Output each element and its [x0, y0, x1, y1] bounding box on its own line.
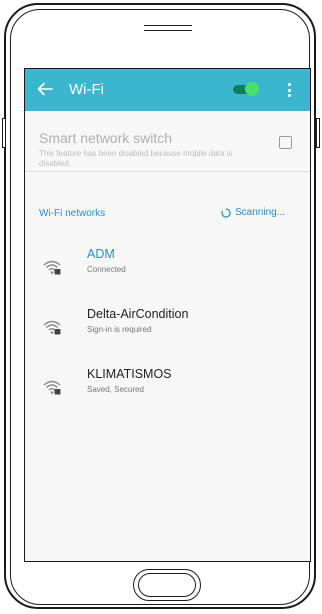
volume-button: [2, 118, 6, 148]
network-item-klimatismos[interactable]: KLIMATISMOS Saved, Secured: [25, 365, 310, 411]
scanning-indicator[interactable]: Scanning...: [221, 207, 285, 218]
network-status: Connected: [87, 265, 126, 274]
spinner-icon: [221, 207, 231, 218]
arrow-left-icon: [37, 82, 53, 96]
page-title: Wi-Fi: [69, 81, 104, 98]
network-status: Saved, Secured: [87, 385, 144, 394]
network-item-delta-aircondition[interactable]: Delta-AirCondition Sign-in is required: [25, 305, 310, 351]
toggle-thumb: [245, 82, 259, 96]
back-button[interactable]: [33, 77, 57, 101]
wifi-networks-header: Wi-Fi networks: [39, 208, 106, 219]
wifi-lock-icon: [43, 380, 61, 395]
network-name: ADM: [87, 247, 115, 261]
smart-network-switch-row: Smart network switch This feature has be…: [25, 111, 310, 172]
scanning-label: Scanning...: [235, 207, 286, 218]
earpiece-speaker: [144, 25, 192, 31]
wifi-toggle[interactable]: [233, 81, 259, 97]
screen: Wi-Fi Smart network switch This feature …: [24, 68, 311, 562]
smart-network-switch-description: This feature has been disabled because m…: [39, 149, 233, 168]
smart-network-switch-title: Smart network switch: [39, 130, 173, 146]
smart-network-switch-checkbox[interactable]: [279, 136, 292, 149]
more-options-button[interactable]: [283, 80, 295, 100]
network-status: Sign-in is required: [87, 325, 152, 334]
home-button-inner: [138, 573, 196, 597]
wifi-lock-icon: [43, 260, 61, 275]
network-item-adm[interactable]: ADM Connected: [25, 245, 310, 291]
wifi-lock-icon: [43, 320, 61, 335]
network-name: Delta-AirCondition: [87, 307, 189, 321]
network-name: KLIMATISMOS: [87, 367, 172, 381]
power-button: [316, 118, 320, 148]
app-bar: Wi-Fi: [25, 69, 310, 111]
more-vert-icon: [287, 83, 291, 86]
